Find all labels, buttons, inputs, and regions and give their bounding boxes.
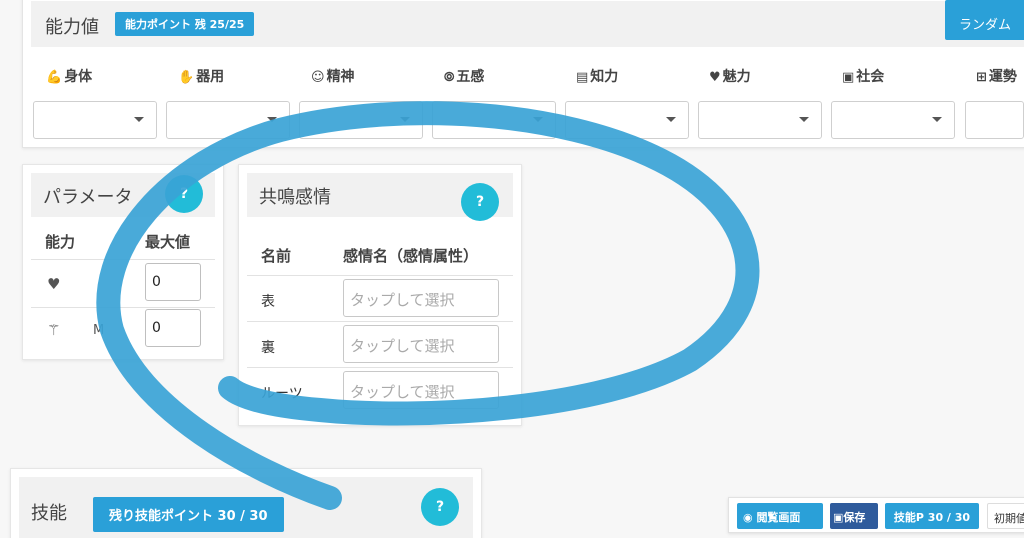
divider — [247, 321, 513, 322]
resonance-row-label: ルーツ — [261, 386, 303, 402]
stat-label-charm: ♥ 魅力 — [709, 66, 751, 86]
eye-icon: ◉ — [743, 511, 757, 524]
caret-down-icon — [267, 117, 277, 122]
ability-title: 能力値 — [45, 17, 99, 38]
caret-down-icon — [932, 117, 942, 122]
stat-label-intellect: ▤ 知力 — [576, 66, 618, 86]
stat-label-social: ▣ 社会 — [842, 66, 884, 86]
stat-select-social[interactable] — [831, 101, 955, 139]
parameter-help-button[interactable]: ? — [165, 175, 203, 213]
caret-down-icon — [533, 117, 543, 122]
ability-header: 能力値 能力ポイント 残 25/25 — [31, 1, 1024, 47]
skill-header: 技能 残り技能ポイント 30 / 30 — [19, 477, 473, 538]
skill-title: 技能 — [31, 503, 67, 524]
skill-points-badge: 残り技能ポイント 30 / 30 — [93, 497, 284, 532]
resonance-help-button[interactable]: ? — [461, 183, 499, 221]
face-icon: ☺ — [311, 70, 325, 85]
ability-points-badge: 能力ポイント 残 25/25 — [115, 12, 255, 36]
stat-select-dexterity[interactable] — [166, 101, 290, 139]
caret-down-icon — [799, 117, 809, 122]
stat-label-dexterity: ✋ 器用 — [178, 66, 224, 86]
caret-down-icon — [400, 117, 410, 122]
hp-max-input[interactable]: 0 — [145, 263, 201, 301]
stat-label-text: 身体 — [64, 69, 93, 85]
stat-label-text: 知力 — [590, 69, 619, 85]
ear-icon: ⦾ — [444, 70, 455, 85]
grid-icon: ⊞ — [976, 70, 987, 85]
stat-select-mind[interactable] — [299, 101, 423, 139]
stat-label-mind: ☺ 精神 — [311, 66, 355, 86]
parameter-col-max: 最大値 — [145, 233, 191, 251]
divider — [31, 259, 215, 260]
mp-max-input[interactable]: 0 — [145, 309, 201, 347]
stat-label-text: 器用 — [196, 69, 225, 85]
resonance-row-label: 裏 — [261, 340, 275, 356]
stat-label-body: 💪 身体 — [46, 66, 92, 86]
resonance-col-emotion: 感情名（感情属性） — [343, 247, 479, 265]
resonance-hidden-select[interactable]: タップして選択 — [343, 325, 499, 363]
book-icon: ▤ — [576, 70, 589, 85]
view-screen-label: 閲覧画面 — [756, 511, 801, 524]
parameter-row-label: M — [93, 323, 105, 338]
stat-select-intellect[interactable] — [565, 101, 689, 139]
divider — [31, 307, 215, 308]
view-screen-button[interactable]: ◉ 閲覧画面 — [737, 503, 823, 529]
skill-help-button[interactable]: ? — [421, 488, 459, 526]
divider — [247, 367, 513, 368]
skill-points-button[interactable]: 技能P 30 / 30 — [885, 503, 979, 529]
random-button[interactable]: ランダム — [945, 0, 1024, 40]
save-label: 保存 — [843, 511, 866, 524]
stat-label-text: 五感 — [456, 69, 485, 85]
magic-wand-icon: ⚚ — [47, 321, 61, 339]
resonance-row-label: 表 — [261, 294, 275, 310]
initial-value-button[interactable]: 初期値 — [987, 503, 1024, 529]
stat-select-body[interactable] — [33, 101, 157, 139]
stat-label-text: 魅力 — [722, 69, 751, 85]
save-button[interactable]: ▣保存 — [830, 503, 878, 529]
stat-label-text: 精神 — [326, 69, 355, 85]
resonance-card: 共鳴感情 ? 名前 感情名（感情属性） 表 タップして選択 裏 タップして選択 … — [238, 164, 522, 426]
caret-down-icon — [134, 117, 144, 122]
stat-select-luck[interactable] — [965, 101, 1024, 139]
id-card-icon: ▣ — [842, 70, 855, 85]
skill-card: 技能 残り技能ポイント 30 / 30 ? — [10, 468, 482, 538]
parameter-col-ability: 能力 — [45, 233, 76, 251]
stat-select-charm[interactable] — [698, 101, 822, 139]
bottom-toolbar: ◉ 閲覧画面 ▣保存 技能P 30 / 30 初期値 — [728, 497, 1024, 533]
stat-label-text: 社会 — [856, 69, 885, 85]
parameter-card: パラメータ ? 能力 最大値 ♥ 0 ⚚ M 0 — [22, 164, 224, 360]
resonance-col-name: 名前 — [261, 247, 292, 265]
parameter-title: パラメータ — [43, 187, 133, 208]
floppy-icon: ▣ — [833, 511, 844, 524]
resonance-title: 共鳴感情 — [259, 187, 331, 208]
heart-icon: ♥ — [47, 275, 61, 293]
stat-label-senses: ⦾ 五感 — [444, 66, 484, 86]
stat-select-senses[interactable] — [432, 101, 556, 139]
divider — [247, 275, 513, 276]
caret-down-icon — [666, 117, 676, 122]
heart-icon: ♥ — [709, 70, 721, 85]
hand-icon: ✋ — [178, 70, 195, 85]
arm-icon: 💪 — [46, 70, 63, 85]
resonance-surface-select[interactable]: タップして選択 — [343, 279, 499, 317]
stat-label-text: 運勢 — [988, 69, 1017, 85]
stat-label-luck: ⊞ 運勢 — [976, 66, 1017, 86]
resonance-roots-select[interactable]: タップして選択 — [343, 371, 499, 409]
